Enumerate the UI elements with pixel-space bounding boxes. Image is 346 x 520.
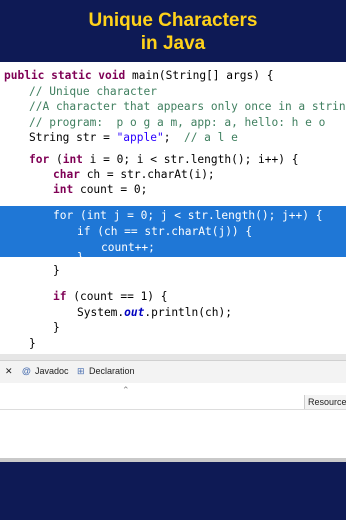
code-line-println: System.out.println(ch);	[77, 306, 232, 319]
bottom-tab-bar: ✕ @ Javadoc ⊞ Declaration	[0, 360, 346, 384]
resource-column-header[interactable]: Resource	[304, 395, 346, 409]
code-line-close-inner-if: }	[77, 251, 84, 264]
code-line-if-inner: if (ch == str.charAt(j)) {	[77, 225, 253, 238]
code-line-for-inner: for (int j = 0; j < str.length(); j++) {	[53, 209, 323, 222]
code-line-signature: public static void main(String[] args) {	[4, 69, 274, 82]
tab-javadoc[interactable]: Javadoc	[35, 366, 69, 376]
code-line-if-outer: if (count == 1) {	[53, 290, 168, 303]
title-banner: Unique Characters in Java	[0, 0, 346, 62]
javadoc-icon: @	[22, 366, 31, 376]
close-icon[interactable]: ✕	[5, 366, 13, 377]
code-line-comment-2: //A character that appears only once in …	[29, 100, 346, 113]
title-line-2: in Java	[140, 33, 206, 54]
code-line-count-increment: count++;	[101, 241, 155, 254]
footer-band	[0, 458, 346, 520]
code-line-close-if: }	[53, 321, 60, 334]
panel-divider	[0, 409, 346, 410]
bottom-panel: ⌃ Resource	[0, 383, 346, 458]
tab-declaration[interactable]: Declaration	[89, 366, 135, 376]
chevron-up-icon[interactable]: ⌃	[122, 385, 130, 396]
code-line-count-decl: int count = 0;	[53, 183, 148, 196]
footer-strip	[0, 458, 346, 462]
declaration-icon: ⊞	[77, 366, 85, 376]
code-editor[interactable]: public static void main(String[] args) {…	[0, 62, 346, 354]
code-line-str-decl: String str = "apple"; // a l e	[29, 131, 238, 144]
title-line-1: Unique Characters	[88, 10, 258, 31]
code-line-close-for: }	[29, 337, 36, 350]
code-line-close-inner-for: }	[53, 264, 60, 277]
